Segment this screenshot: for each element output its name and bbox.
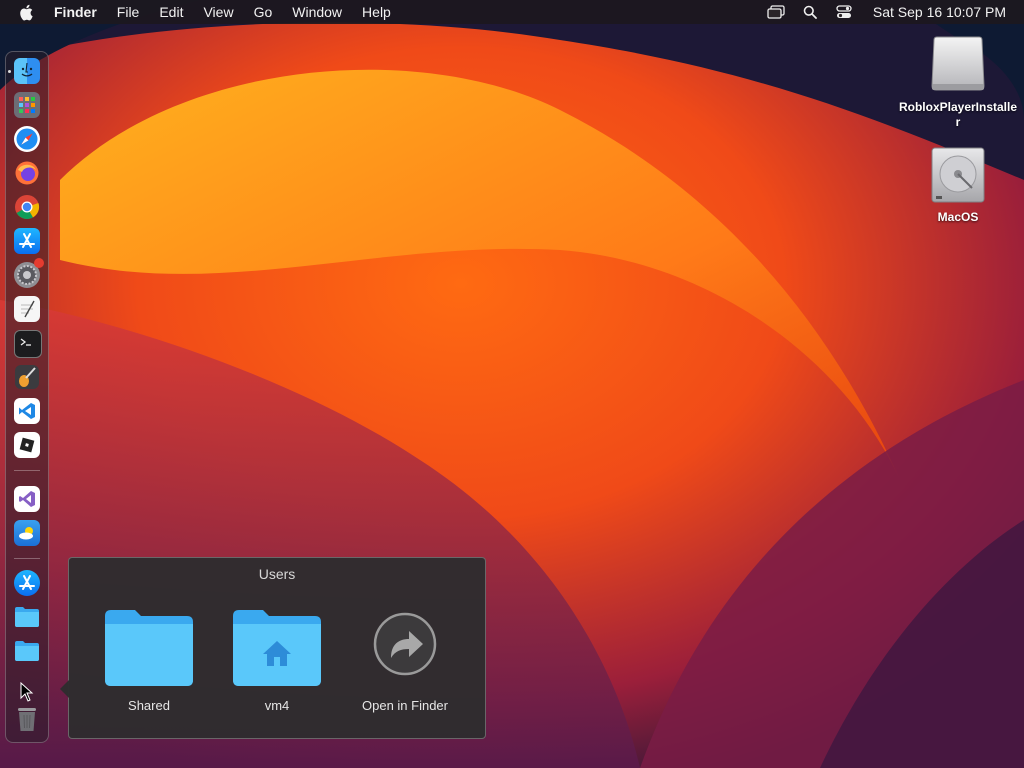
- vscode-icon[interactable]: [14, 398, 40, 424]
- app-store-download-icon[interactable]: [14, 570, 40, 596]
- open-in-finder-icon: [357, 606, 453, 690]
- disk-image-icon: [928, 36, 988, 96]
- visual-studio-icon[interactable]: [14, 486, 40, 512]
- system-preferences-icon[interactable]: [14, 258, 44, 288]
- hard-drive-icon: [928, 146, 988, 206]
- stack-item-label: Shared: [128, 698, 170, 713]
- stack-item-label: vm4: [264, 698, 290, 713]
- menu-help[interactable]: Help: [352, 0, 401, 24]
- running-indicator: [8, 70, 11, 73]
- menu-app-name[interactable]: Finder: [48, 0, 107, 24]
- popover-title: Users: [258, 566, 296, 582]
- notification-badge: [34, 258, 44, 268]
- home-folder-icon: [229, 606, 325, 690]
- desktop-icon-roblox-installer[interactable]: RobloxPlayerInstaller: [898, 36, 1018, 130]
- desktop-icon-macos[interactable]: MacOS: [898, 146, 1018, 225]
- garageband-icon[interactable]: [14, 364, 40, 390]
- folder-icon[interactable]: [14, 638, 40, 664]
- chrome-icon[interactable]: [14, 194, 40, 220]
- safari-icon[interactable]: [14, 126, 40, 152]
- mouse-cursor-icon: [20, 681, 34, 707]
- dock-separator: [14, 470, 40, 471]
- spotlight-search-icon[interactable]: [799, 2, 821, 22]
- desktop-icon-label: MacOS: [937, 210, 979, 224]
- dock-separator: [14, 558, 40, 559]
- menu-view[interactable]: View: [193, 0, 243, 24]
- finder-icon[interactable]: [14, 58, 40, 84]
- menu-window[interactable]: Window: [282, 0, 352, 24]
- desktop-icon-label: RobloxPlayerInstaller: [898, 100, 1018, 129]
- control-center-icon[interactable]: [833, 2, 855, 22]
- menu-edit[interactable]: Edit: [149, 0, 193, 24]
- apple-menu-icon[interactable]: [16, 3, 36, 21]
- popover-arrow: [60, 680, 69, 698]
- folder-icon: [101, 606, 197, 690]
- menu-clock[interactable]: Sat Sep 16 10:07 PM: [873, 4, 1006, 20]
- trash-icon[interactable]: [14, 706, 40, 732]
- weather-icon[interactable]: [14, 520, 40, 546]
- stack-item-vm4[interactable]: vm4: [217, 606, 337, 713]
- stack-item-shared[interactable]: Shared: [89, 606, 209, 713]
- menu-file[interactable]: File: [107, 0, 150, 24]
- stack-item-label: Open in Finder: [362, 698, 448, 713]
- stack-item-open-in-finder[interactable]: Open in Finder: [345, 606, 465, 713]
- firefox-icon[interactable]: [14, 160, 40, 186]
- terminal-icon[interactable]: [14, 330, 42, 358]
- menu-bar: Finder File Edit View Go Window Help Sat…: [0, 0, 1024, 24]
- dock: [5, 51, 49, 743]
- users-stack-popover: Users Shared vm4 Open in Finder: [60, 557, 486, 739]
- menu-go[interactable]: Go: [244, 0, 283, 24]
- textedit-icon[interactable]: [14, 296, 40, 322]
- launchpad-icon[interactable]: [14, 92, 40, 118]
- roblox-icon[interactable]: [14, 432, 40, 458]
- app-store-icon[interactable]: [14, 228, 40, 254]
- screen-mirroring-icon[interactable]: [765, 2, 787, 22]
- folder-icon[interactable]: [14, 604, 40, 630]
